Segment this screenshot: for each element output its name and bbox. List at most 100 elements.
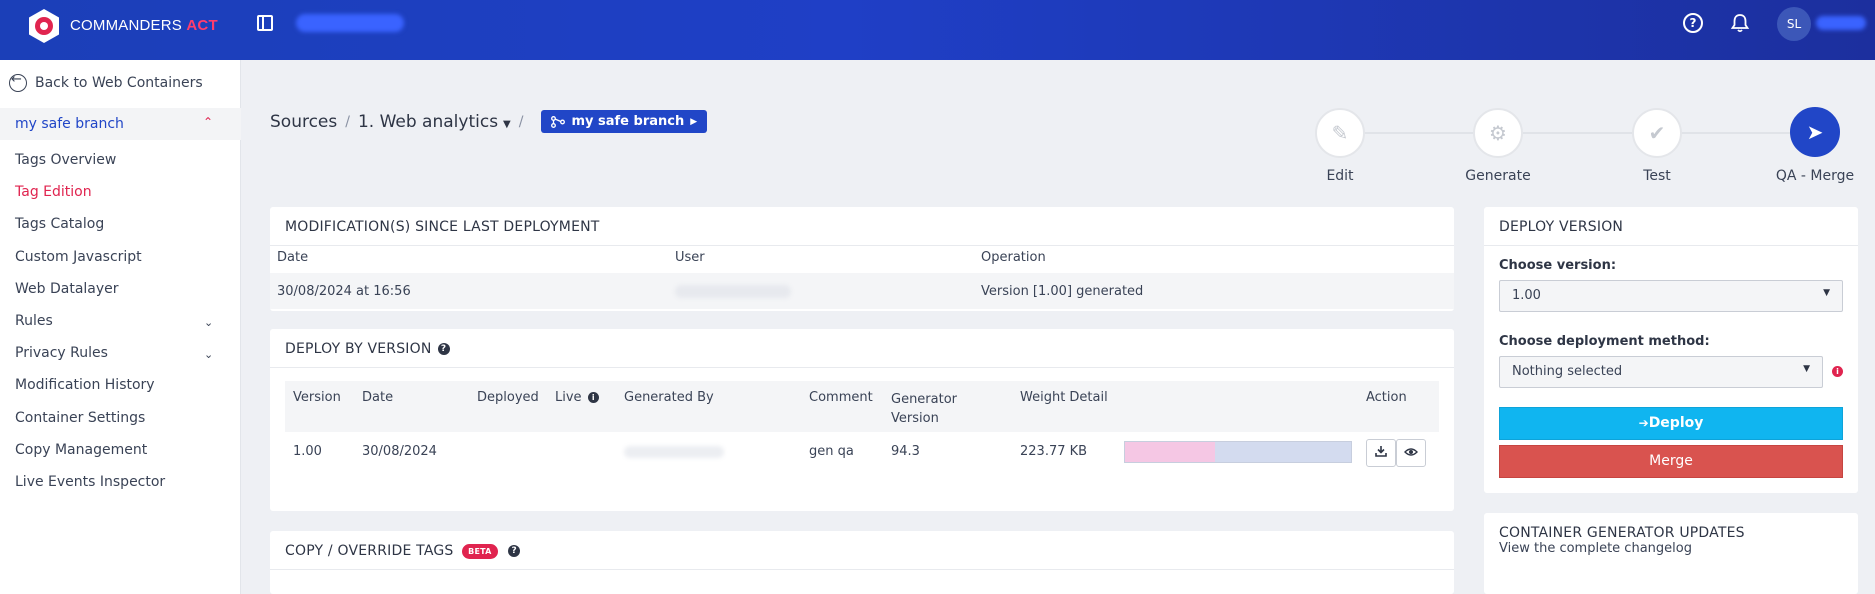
column-header-live-label: Live [555, 390, 582, 405]
caret-down-icon: ▼ [503, 118, 511, 130]
back-link-label: Back to Web Containers [35, 75, 203, 91]
step-edit[interactable]: ✎ [1315, 108, 1365, 158]
step-label: QA - Merge [1775, 168, 1855, 184]
sidebar-item-copy-management[interactable]: Copy Management [15, 442, 147, 458]
step-qa-merge[interactable]: ➤ [1790, 107, 1840, 157]
help-circle-icon[interactable]: ? [508, 545, 521, 557]
sidebar-toggle-icon[interactable] [257, 15, 273, 31]
step-label: Edit [1326, 168, 1354, 184]
branch-section-label: my safe branch [15, 116, 124, 132]
branch-section-toggle[interactable]: my safe branch ⌃ [0, 108, 241, 140]
step-generate[interactable]: ⚙ [1473, 108, 1523, 158]
sidebar: Back to Web Containers my safe branch ⌃ … [0, 60, 241, 594]
deploy-version-panel: DEPLOY VERSION Choose version: 1.00 ▼ Ch… [1484, 207, 1858, 493]
merge-button[interactable]: Merge [1499, 445, 1843, 478]
column-header-generator-version: Generator Version [891, 390, 957, 428]
caret-down-icon: ▼ [1823, 288, 1830, 298]
info-icon[interactable]: i [587, 392, 599, 403]
column-header-date: Date [277, 250, 309, 265]
column-header-live: Live i [555, 390, 599, 405]
step-label: Test [1643, 168, 1671, 184]
column-header-generated-by: Generated By [624, 390, 714, 405]
deployment-method-select[interactable]: Nothing selected ▼ [1499, 356, 1823, 388]
user-avatar[interactable]: SL [1777, 7, 1811, 41]
sign-in-icon: ➔ [1638, 416, 1649, 430]
sidebar-item-tag-edition[interactable]: Tag Edition [15, 184, 92, 200]
column-header-generator-line1: Generator [891, 392, 958, 407]
sidebar-item-rules[interactable]: Rules [15, 313, 53, 329]
deploy-version-title: DEPLOY VERSION [1499, 219, 1624, 235]
redacted-user-name[interactable] [1816, 16, 1866, 30]
changelog-link[interactable]: View the complete changelog [1499, 541, 1692, 556]
version-weight: 223.77 KB [1020, 444, 1088, 459]
sidebar-item-custom-javascript[interactable]: Custom Javascript [15, 249, 142, 265]
beta-badge: BETA [462, 543, 498, 559]
column-header-deployed: Deployed [477, 390, 539, 405]
chevron-down-icon[interactable]: ⌄ [204, 348, 213, 361]
divider [270, 367, 1454, 368]
breadcrumb-sources[interactable]: Sources [270, 112, 337, 132]
chevron-down-icon[interactable]: ⌄ [204, 316, 213, 329]
column-header-weight-detail: Weight Detail [1020, 390, 1108, 405]
step-test[interactable]: ✔ [1632, 108, 1682, 158]
table-row: 30/08/2024 at 16:56 Version [1.00] gener… [270, 273, 1454, 309]
commanders-act-logo[interactable] [26, 8, 62, 44]
bell-icon[interactable] [1729, 12, 1751, 34]
download-button[interactable] [1366, 439, 1396, 467]
branch-selector-button[interactable]: my safe branch ▶ [541, 110, 708, 133]
sidebar-item-live-events-inspector[interactable]: Live Events Inspector [15, 474, 165, 490]
deploy-by-version-title: DEPLOY BY VERSION? [285, 341, 450, 357]
back-to-web-containers-link[interactable]: Back to Web Containers [9, 72, 203, 92]
modification-date: 30/08/2024 at 16:56 [277, 284, 411, 299]
weight-detail-bar[interactable] [1124, 441, 1352, 463]
deploy-button-label: Deploy [1648, 415, 1704, 431]
caret-down-icon: ▼ [1803, 364, 1810, 374]
sidebar-item-tags-overview[interactable]: Tags Overview [15, 152, 116, 168]
column-header-operation: Operation [981, 250, 1046, 265]
download-icon [1375, 446, 1387, 457]
column-header-generator-line2: Version [891, 411, 939, 426]
modifications-card: MODIFICATION(S) SINCE LAST DEPLOYMENT Da… [270, 207, 1454, 311]
deploy-button[interactable]: ➔Deploy [1499, 407, 1843, 440]
breadcrumb: Sources / 1. Web analytics ▼ / my safe br… [270, 110, 708, 133]
sidebar-item-modification-history[interactable]: Modification History [15, 377, 155, 393]
version-comment: gen qa [809, 444, 854, 459]
modifications-card-title: MODIFICATION(S) SINCE LAST DEPLOYMENT [285, 219, 600, 235]
info-icon[interactable]: i [1832, 366, 1843, 377]
paper-plane-icon: ➤ [1806, 120, 1824, 144]
generator-updates-title: CONTAINER GENERATOR UPDATES [1499, 525, 1745, 541]
modification-operation: Version [1.00] generated [981, 284, 1144, 299]
pencil-icon: ✎ [1331, 121, 1349, 145]
sidebar-item-tags-catalog[interactable]: Tags Catalog [15, 216, 104, 232]
breadcrumb-separator: / [518, 113, 524, 130]
column-header-user: User [675, 250, 705, 265]
redacted-user [675, 285, 791, 298]
merge-button-label: Merge [1649, 453, 1693, 469]
column-header-comment: Comment [809, 390, 873, 405]
divider [270, 245, 1454, 246]
view-button[interactable] [1396, 439, 1426, 467]
column-header-version: Version [293, 390, 341, 405]
weight-segment-core [1215, 442, 1351, 462]
sidebar-item-web-datalayer[interactable]: Web Datalayer [15, 281, 119, 297]
breadcrumb-container[interactable]: 1. Web analytics ▼ [358, 112, 511, 132]
gears-icon: ⚙ [1489, 121, 1507, 145]
breadcrumb-separator: / [345, 113, 350, 130]
sidebar-item-privacy-rules[interactable]: Privacy Rules [15, 345, 108, 361]
version-select[interactable]: 1.00 ▼ [1499, 280, 1843, 312]
help-circle-icon[interactable]: ? [437, 343, 450, 355]
choose-version-label: Choose version: [1499, 258, 1617, 273]
sidebar-item-container-settings[interactable]: Container Settings [15, 410, 145, 426]
column-header-action: Action [1366, 390, 1407, 405]
table-header [285, 381, 1439, 432]
redacted-workspace-name[interactable] [296, 14, 404, 32]
branch-icon [551, 115, 566, 128]
version-number: 1.00 [293, 444, 322, 459]
version-date: 30/08/2024 [362, 444, 437, 459]
caret-right-icon: ▶ [690, 116, 698, 127]
deploy-by-version-title-text: DEPLOY BY VERSION [285, 341, 432, 357]
help-icon[interactable]: ? [1683, 13, 1703, 33]
arrow-left-circle-icon [9, 72, 27, 92]
brand-name: COMMANDERS ACT [70, 17, 218, 34]
check-circle-icon: ✔ [1648, 121, 1666, 145]
